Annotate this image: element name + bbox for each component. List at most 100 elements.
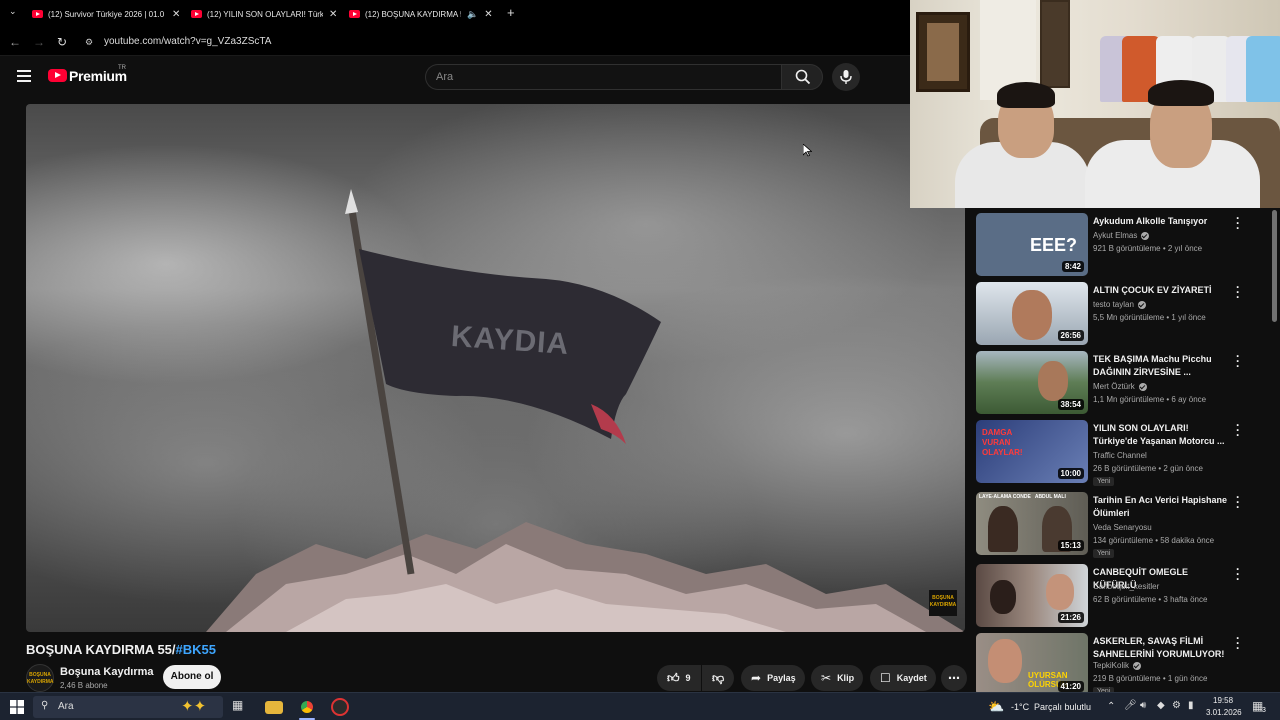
channel-name[interactable]: Canbequit_kesitler (1093, 582, 1159, 591)
video-thumbnail[interactable]: LAYE-ALAMA CONDE ABDUL MALI 15:13 (976, 492, 1088, 555)
tab-list-chevron-icon[interactable]: ⌄ (9, 6, 17, 17)
video-thumbnail[interactable]: 21:26 (976, 564, 1088, 627)
tab-title: (12) YILIN SON OLAYLARI! Türk (207, 9, 323, 19)
show-hidden-icons-chevron-icon[interactable]: ⌃ (1107, 701, 1115, 712)
tab-title: (12) Survivor Türkiye 2026 | 01.0 (48, 9, 165, 19)
youtube-logo-icon[interactable] (48, 69, 67, 82)
duration-badge: 38:54 (1057, 399, 1084, 410)
subscribe-button[interactable]: Abone ol (163, 665, 221, 689)
windows-start-icon[interactable] (10, 700, 24, 714)
list-item[interactable]: DAMGA VURAN OLAYLAR! 10:00 YILIN SON OLA… (976, 419, 1266, 486)
share-button[interactable]: ➦ Paylaş (741, 665, 805, 691)
list-item[interactable]: LAYE-ALAMA CONDE ABDUL MALI 15:13 Tarihi… (976, 491, 1266, 558)
verified-check-icon (1137, 300, 1146, 309)
video-title[interactable]: ALTIN ÇOCUK EV ZİYARETİ (1093, 284, 1233, 297)
more-vertical-icon[interactable]: · · · (1234, 632, 1242, 654)
video-thumbnail[interactable]: 38:54 (976, 351, 1088, 414)
thumbnail-text: LAYE-ALAMA CONDE ABDUL MALI (979, 494, 1066, 500)
youtube-favicon-icon (32, 10, 43, 18)
weather-condition[interactable]: Parçalı bulutlu (1034, 702, 1091, 712)
more-vertical-icon[interactable]: · · · (1234, 491, 1242, 513)
tab-close-icon[interactable]: ✕ (172, 9, 180, 20)
save-label: Kaydet (896, 673, 927, 683)
channel-avatar[interactable]: BOŞUNA KAYDIRMA (26, 664, 54, 692)
channel-name[interactable]: TepkiKolik (1093, 661, 1142, 670)
list-item[interactable]: 26:56 ALTIN ÇOCUK EV ZİYARETİ testo tayl… (976, 281, 1266, 348)
more-vertical-icon[interactable]: · · · (1234, 419, 1242, 441)
reload-icon[interactable]: ↻ (57, 35, 67, 49)
more-actions-button[interactable]: ⋯ (941, 665, 967, 691)
menu-hamburger-icon[interactable] (17, 70, 31, 82)
security-tray-icon[interactable]: ⚙ (1172, 700, 1181, 711)
new-tab-icon[interactable]: + (507, 5, 515, 20)
new-badge: Yeni (1093, 549, 1115, 558)
video-title[interactable]: TEK BAŞIMA Machu Picchu DAĞININ ZİRVESİN… (1093, 353, 1233, 379)
video-meta: 921 B görüntüleme • 2 yıl önce (1093, 244, 1203, 253)
list-item[interactable]: 21:26 CANBEQUİT OMEGLE KÜFÜRLÜ Canbequit… (976, 563, 1266, 630)
network-tray-icon[interactable]: ◆ (1157, 700, 1165, 711)
address-bar[interactable]: youtube.com/watch?v=g_VZa3ZScTA (104, 36, 271, 47)
hashtag-link[interactable]: #BK55 (176, 642, 216, 657)
dislike-button[interactable]: 👎︎ (702, 665, 734, 691)
tab-close-icon[interactable]: ✕ (484, 9, 492, 20)
new-badge: Yeni (1093, 477, 1115, 486)
more-vertical-icon[interactable]: · · · (1234, 281, 1242, 303)
save-button[interactable]: ☐ Kaydet (870, 665, 936, 691)
more-vertical-icon[interactable]: · · · (1234, 563, 1242, 585)
list-item[interactable]: UYURSAN ÖLÜRSÜN 41:20 ASKERLER, SAVAŞ Fİ… (976, 632, 1266, 699)
taskbar-search-box[interactable]: ⚲ Ara ✦✦ (33, 696, 223, 718)
channel-name[interactable]: Traffic Channel (1093, 451, 1147, 460)
video-thumbnail[interactable]: UYURSAN ÖLÜRSÜN 41:20 (976, 633, 1088, 696)
channel-name[interactable]: testo taylan (1093, 300, 1146, 309)
thumbnail-person-image (990, 580, 1016, 614)
list-item[interactable]: 38:54 TEK BAŞIMA Machu Picchu DAĞININ Zİ… (976, 350, 1266, 417)
video-title[interactable]: YILIN SON OLAYLARI! Türkiye'de Yaşanan M… (1093, 422, 1233, 448)
back-arrow-icon[interactable]: ← (9, 35, 21, 49)
chrome-icon[interactable] (298, 698, 316, 716)
site-info-icon[interactable]: ⚙ (85, 37, 93, 48)
clock-time[interactable]: 19:58 (1213, 696, 1233, 705)
browser-tab-yilin-son[interactable]: (12) YILIN SON OLAYLARI! Türk ✕ (191, 4, 339, 24)
channel-name[interactable]: Veda Senaryosu (1093, 523, 1152, 532)
battery-tray-icon[interactable]: ▮ (1188, 700, 1194, 711)
verified-check-icon (1138, 382, 1147, 391)
video-thumbnail[interactable]: DAMGA VURAN OLAYLAR! 10:00 (976, 420, 1088, 483)
video-title[interactable]: Tarihin En Acı Verici Hapishane Ölümleri (1093, 494, 1233, 520)
video-title[interactable]: ASKERLER, SAVAŞ FİLMİ SAHNELERİNİ YORUML… (1093, 635, 1233, 661)
search-button[interactable] (781, 64, 823, 90)
more-vertical-icon[interactable]: · · · (1234, 350, 1242, 372)
video-frame-flag-scene (206, 189, 965, 632)
forward-arrow-icon[interactable]: → (33, 35, 45, 49)
channel-name[interactable]: Mert Öztürk (1093, 382, 1147, 391)
browser-tab-survivor[interactable]: (12) Survivor Türkiye 2026 | 01.0 ✕ (32, 4, 182, 24)
microphone-tray-icon[interactable]: 🎤︎ (1124, 700, 1137, 711)
video-player[interactable]: KAYDIA BOŞUNA KAYDIRMA (26, 104, 965, 632)
voice-search-button[interactable] (832, 63, 860, 91)
sidebar-scrollbar[interactable] (1272, 210, 1277, 322)
audio-playing-icon[interactable]: 🔈 (467, 9, 478, 20)
video-title[interactable]: Aykudum Alkolle Tanışıyor (1093, 215, 1233, 228)
task-view-icon[interactable]: ▦ (232, 698, 250, 716)
thumbnail-person-image (1046, 574, 1074, 610)
video-thumbnail[interactable]: 26:56 (976, 282, 1088, 345)
clip-label: Klip (837, 673, 855, 683)
video-thumbnail[interactable]: EEE? 8:42 (976, 213, 1088, 276)
channel-name[interactable]: Boşuna Kaydırma (60, 666, 154, 678)
more-vertical-icon[interactable]: · · · (1234, 212, 1242, 234)
file-explorer-icon[interactable] (265, 701, 283, 714)
tab-close-icon[interactable]: ✕ (329, 9, 337, 20)
search-input[interactable]: Ara (425, 64, 781, 90)
channel-name[interactable]: Aykut Elmas (1093, 231, 1150, 240)
thumbs-down-icon: 👎︎ (712, 670, 725, 685)
recording-app-icon[interactable] (331, 698, 349, 716)
temperature[interactable]: -1°C (1011, 702, 1029, 712)
video-meta: 26 B görüntüleme • 2 gün önce (1093, 464, 1203, 473)
channel-watermark[interactable]: BOŞUNA KAYDIRMA (929, 590, 957, 616)
list-item[interactable]: EEE? 8:42 Aykudum Alkolle Tanışıyor Ayku… (976, 212, 1266, 279)
clock-date[interactable]: 3.01.2026 (1206, 708, 1242, 717)
clip-button[interactable]: ✂ Klip (811, 665, 863, 691)
browser-tab-active-bosuna[interactable]: (12) BOŞUNA KAYDIRMA 55 🔈 ✕ (349, 4, 499, 24)
search-placeholder: Ara (436, 71, 454, 83)
volume-tray-icon[interactable]: 🔊︎ (1140, 700, 1146, 711)
like-button[interactable]: 👍︎ 9 (657, 665, 701, 691)
